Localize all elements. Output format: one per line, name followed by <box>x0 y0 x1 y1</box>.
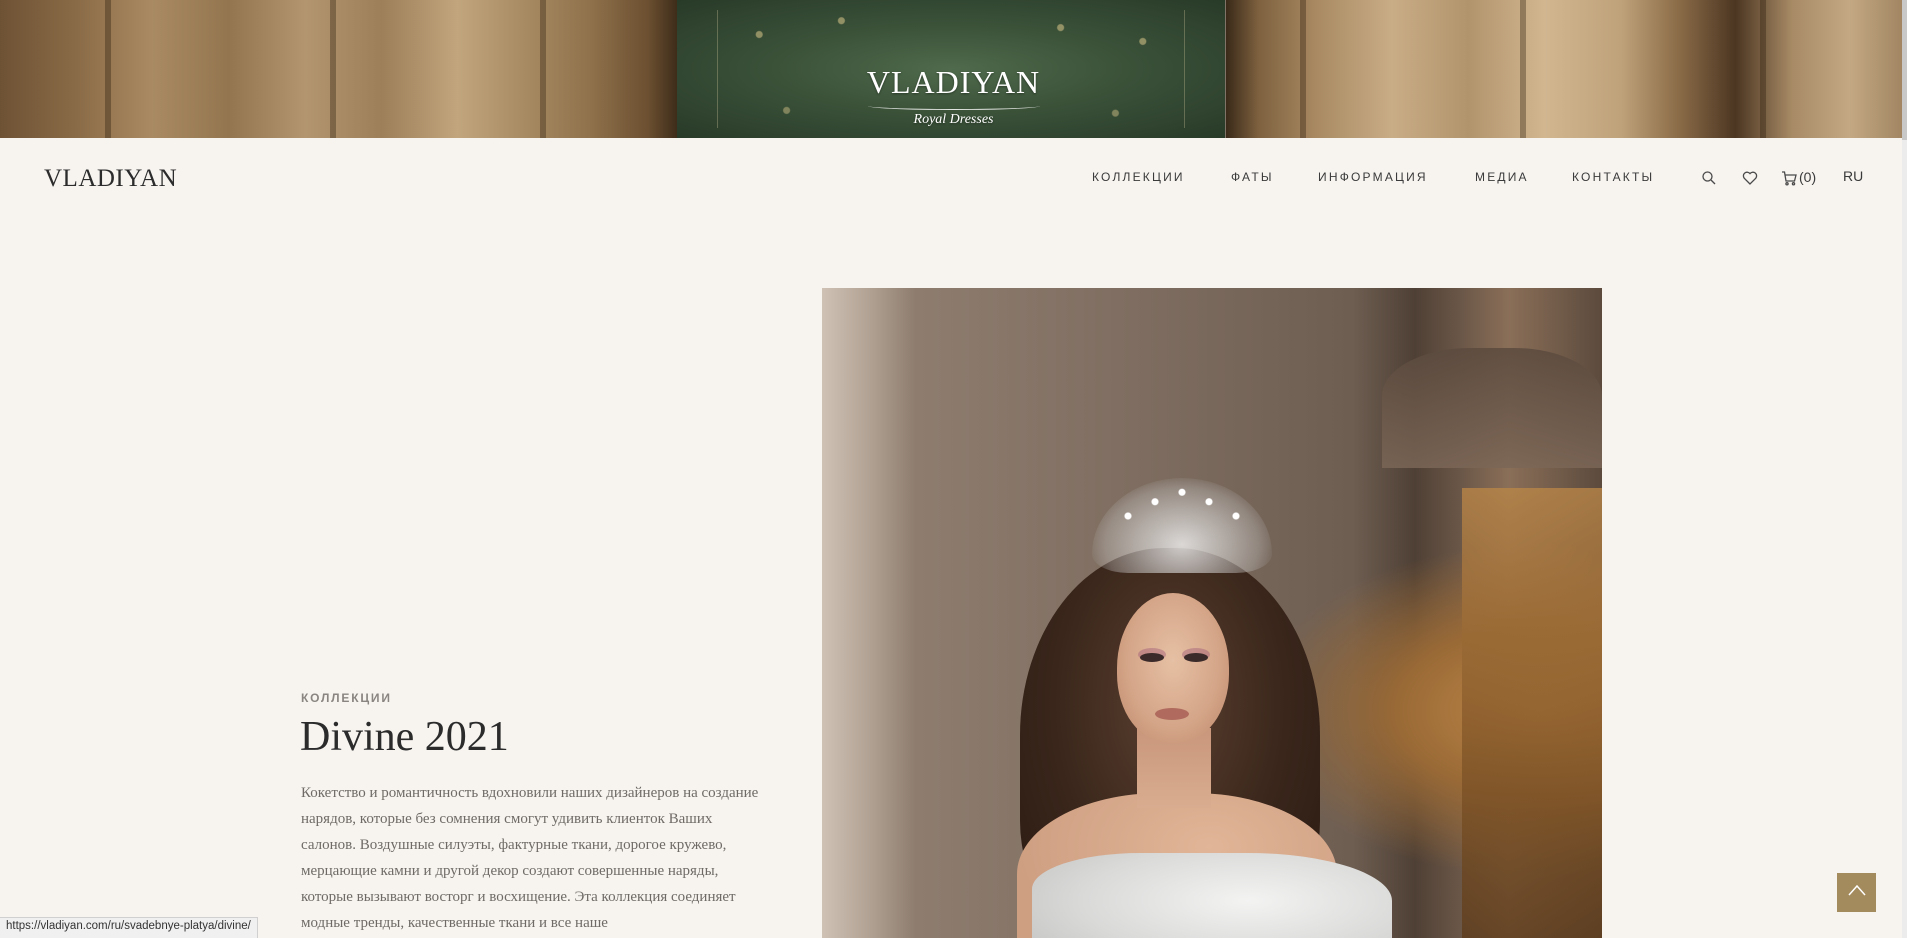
search-icon[interactable] <box>1699 168 1719 188</box>
status-bar-url: https://vladiyan.com/ru/svadebnye-platya… <box>0 917 258 938</box>
nav-item-veils[interactable]: ФАТЫ <box>1231 170 1274 184</box>
collection-photo <box>822 288 1602 938</box>
nav-item-collections[interactable]: КОЛЛЕКЦИИ <box>1092 170 1185 184</box>
photo-model-crown <box>1092 478 1272 573</box>
heart-icon[interactable] <box>1740 168 1760 188</box>
photo-model-lips <box>1155 708 1189 720</box>
nav-item-information[interactable]: ИНФОРМАЦИЯ <box>1318 170 1428 184</box>
site-logo[interactable]: VLADIYAN <box>44 165 177 193</box>
photo-model-face <box>1117 593 1229 743</box>
page-title: Divine 2021 <box>300 714 509 760</box>
nav-item-contacts[interactable]: КОНТАКТЫ <box>1572 170 1654 184</box>
cart-count[interactable]: (0) <box>1799 169 1816 185</box>
hero-logo[interactable]: VLADIYAN <box>0 66 1907 98</box>
hero-tagline: Royal Dresses <box>913 112 994 127</box>
hero-banner: VLADIYAN Royal Dresses <box>0 0 1907 138</box>
nav-item-media[interactable]: МЕДИА <box>1475 170 1529 184</box>
photo-background-arch <box>1382 348 1602 468</box>
scrollbar-thumb[interactable] <box>1902 0 1907 140</box>
breadcrumb-collections[interactable]: КОЛЛЕКЦИИ <box>301 691 392 705</box>
back-to-top-button[interactable] <box>1837 873 1876 912</box>
photo-model-eye <box>1184 653 1208 662</box>
hero-logo-swash <box>868 102 1040 110</box>
cart-icon[interactable] <box>1779 168 1799 188</box>
photo-model-dress <box>1032 853 1392 938</box>
photo-background-door <box>1462 488 1602 938</box>
language-switcher[interactable]: RU <box>1843 168 1863 184</box>
photo-model-eye <box>1140 653 1164 662</box>
chevron-up-icon <box>1847 884 1866 896</box>
collection-description: Кокетство и романтичность вдохновили наш… <box>301 785 759 931</box>
page-scrollbar[interactable] <box>1902 0 1907 938</box>
main-navbar: VLADIYAN КОЛЛЕКЦИИ ФАТЫ ИНФОРМАЦИЯ МЕДИА… <box>0 138 1907 218</box>
